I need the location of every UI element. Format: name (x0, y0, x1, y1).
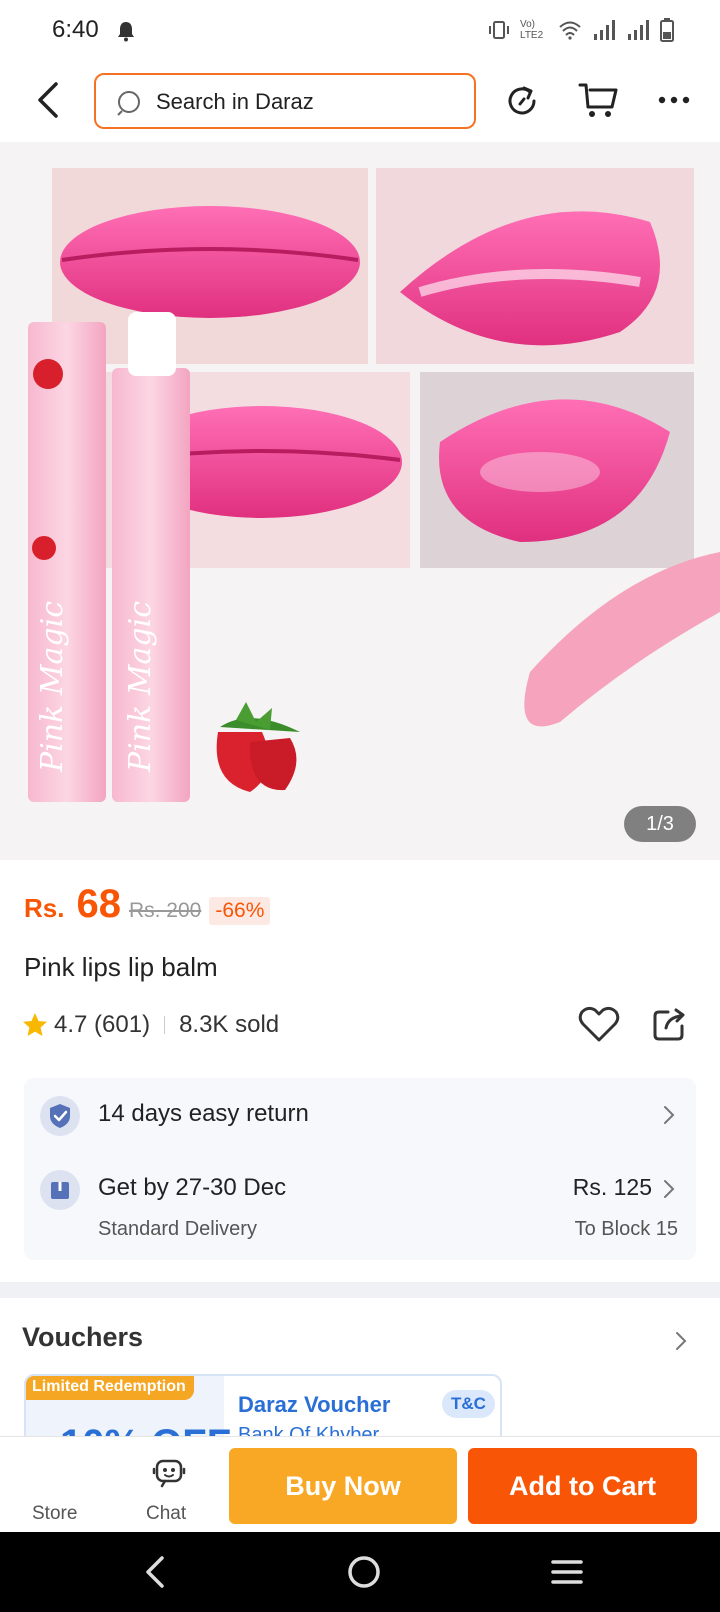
chat-button[interactable]: Chat (138, 1437, 206, 1533)
tube-label-2: Pink Magic (123, 601, 158, 773)
signal-icon-2 (628, 20, 649, 40)
image-counter: 1/3 (624, 806, 696, 842)
terms-button[interactable]: T&C (442, 1390, 495, 1418)
chevron-right-icon[interactable] (662, 1178, 676, 1200)
search-input[interactable]: Search in Daraz (94, 73, 476, 129)
store-button[interactable]: Store (20, 1437, 92, 1533)
status-time: 6:40 (52, 16, 99, 43)
rating-row[interactable]: 4.7 (601) 8.3K sold (22, 1008, 279, 1042)
return-policy-row[interactable]: 14 days easy return (24, 1078, 696, 1152)
share-icon[interactable] (652, 1006, 688, 1042)
price-value: 68 (76, 882, 121, 926)
rating-value: 4.7 (601) (54, 1011, 151, 1038)
delivery-date: Get by 27-30 Dec (98, 1174, 287, 1201)
signal-icon-1 (594, 20, 615, 40)
system-menu-icon[interactable] (550, 1556, 584, 1588)
battery-icon (660, 18, 674, 42)
wifi-icon (559, 21, 581, 40)
return-policy-text: 14 days easy return (98, 1100, 309, 1127)
discount-badge: -66% (209, 897, 271, 925)
cart-icon[interactable] (578, 80, 620, 120)
search-icon (117, 91, 140, 116)
store-label: Store (32, 1503, 78, 1524)
delivery-location[interactable]: To Block 15 (575, 1218, 678, 1241)
delivery-type: Standard Delivery (98, 1218, 257, 1240)
star-icon (23, 1013, 47, 1036)
refresh-icon[interactable] (504, 82, 542, 120)
system-nav-bar (0, 1532, 720, 1612)
more-options-icon[interactable] (656, 82, 692, 118)
sold-count: 8.3K sold (179, 1011, 280, 1038)
status-icons: Vo) LTE2 (488, 16, 674, 44)
buy-now-button[interactable]: Buy Now (229, 1448, 457, 1524)
network-label: Vo) LTE2 (520, 19, 544, 41)
product-image-gallery[interactable]: Pink Magic Pink Magic 1/3 (0, 142, 720, 860)
voucher-name: Daraz Voucher (238, 1392, 391, 1417)
search-placeholder: Search in Daraz (156, 89, 314, 114)
add-to-cart-button[interactable]: Add to Cart (468, 1448, 697, 1524)
tube-label-1: Pink Magic (35, 601, 70, 773)
section-divider (0, 1282, 720, 1298)
vouchers-heading[interactable]: Vouchers (22, 1322, 143, 1353)
delivery-box-icon (40, 1170, 80, 1210)
chevron-right-icon (664, 1106, 675, 1124)
bottom-action-bar: Store Chat Buy Now Add to Cart (0, 1436, 720, 1532)
system-back-icon[interactable] (140, 1552, 170, 1592)
original-price: Rs. 200 (128, 899, 202, 922)
chevron-right-icon[interactable] (674, 1330, 688, 1352)
delivery-fee[interactable]: Rs. 125 (573, 1174, 652, 1201)
chat-label: Chat (146, 1503, 187, 1524)
status-bar: 6:40 Vo) LTE2 (0, 0, 720, 60)
product-title: Pink lips lip balm (24, 952, 218, 982)
delivery-card: 14 days easy return Get by 27-30 Dec Sta… (24, 1078, 696, 1260)
heart-icon[interactable] (578, 1004, 620, 1044)
back-arrow-icon[interactable] (30, 78, 66, 122)
vibrate-icon (489, 21, 509, 39)
product-photo: Pink Magic Pink Magic (0, 142, 720, 860)
price-row: Rs. 68 Rs. 200 -66% (24, 882, 271, 932)
shield-check-icon (40, 1096, 80, 1136)
chat-bot-icon (152, 1459, 186, 1488)
notification-bell-icon (118, 22, 134, 42)
rating-divider (164, 1016, 166, 1034)
price-currency: Rs. (24, 893, 65, 923)
header-bar: Search in Daraz (0, 60, 720, 142)
limited-redemption-tag: Limited Redemption (26, 1376, 194, 1400)
system-home-icon[interactable] (344, 1552, 384, 1592)
